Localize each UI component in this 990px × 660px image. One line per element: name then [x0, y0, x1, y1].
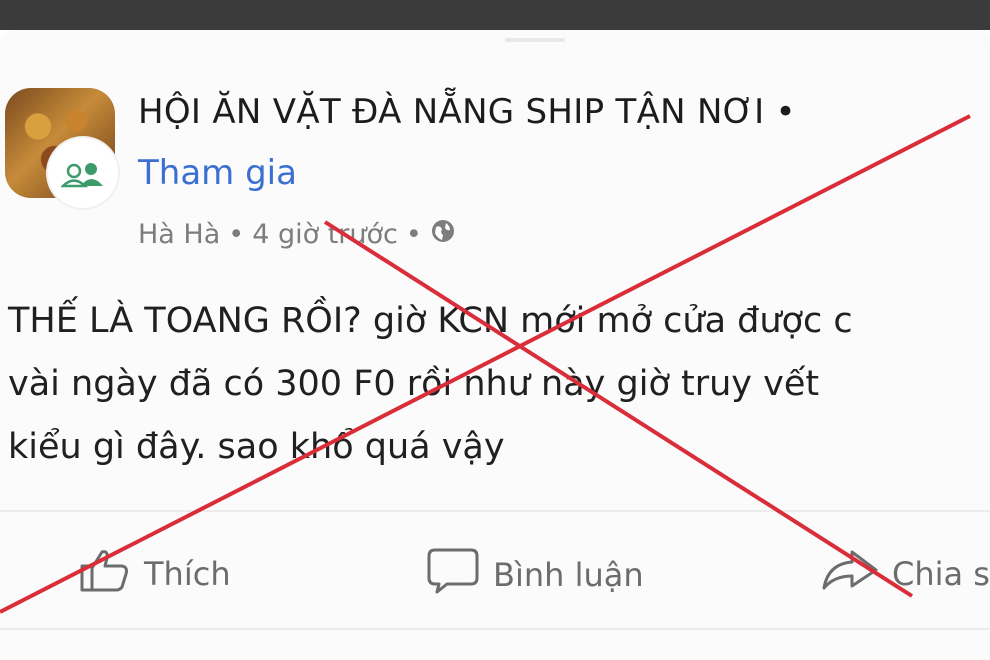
share-label: Chia s — [892, 555, 990, 593]
share-arrow-icon — [820, 546, 880, 602]
comment-bubble-icon — [425, 546, 481, 604]
bottom-divider — [0, 628, 990, 630]
meta-separator: • — [228, 219, 245, 250]
post-time[interactable]: 4 giờ trước — [252, 219, 398, 250]
author-name[interactable]: Hà Hà — [138, 219, 220, 250]
meta-separator-2: • — [405, 219, 422, 250]
share-button[interactable]: Chia s — [820, 546, 990, 602]
join-group-link[interactable]: Tham gia — [138, 153, 297, 193]
group-name[interactable]: HỘI ĂN VẶT ĐÀ NẴNG SHIP TẬN NƠI • — [138, 92, 796, 132]
group-icon — [48, 138, 118, 208]
action-divider — [0, 510, 990, 512]
post-meta: Hà Hà • 4 giờ trước • — [138, 218, 456, 251]
post-body: THẾ LÀ TOANG RỒI? giờ KCN mới mở cửa đượ… — [8, 301, 853, 467]
like-button[interactable]: Thích — [78, 546, 231, 602]
thumbs-up-icon — [78, 546, 132, 602]
like-label: Thích — [144, 555, 231, 593]
globe-icon — [430, 218, 456, 251]
comment-button[interactable]: Bình luận — [425, 546, 644, 604]
top-bar — [0, 0, 990, 30]
drag-handle[interactable] — [505, 38, 565, 42]
comment-label: Bình luận — [493, 556, 644, 594]
